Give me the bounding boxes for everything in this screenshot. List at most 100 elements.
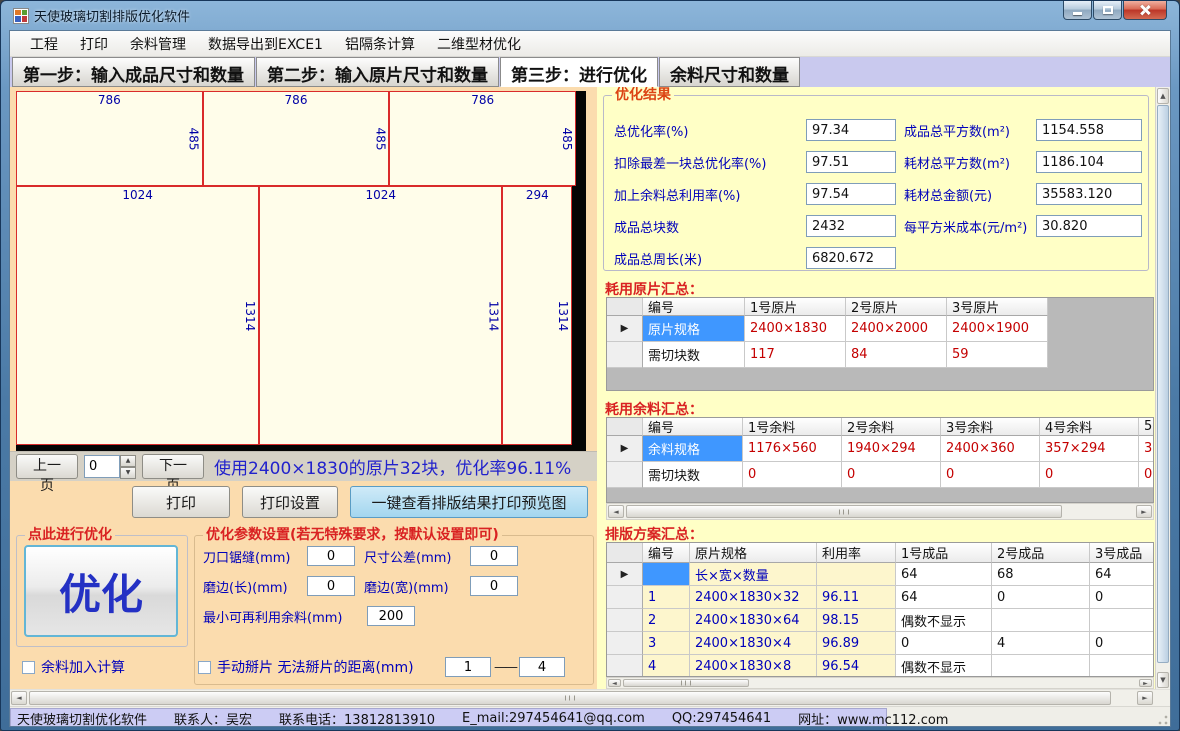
scroll-left-icon[interactable]: ◄: [607, 505, 624, 518]
grid-cell[interactable]: [991, 655, 1090, 676]
minimize-button[interactable]: [1063, 1, 1092, 20]
scroll-right-icon[interactable]: ►: [1135, 505, 1152, 518]
grid-cell[interactable]: 117: [744, 342, 846, 368]
next-page-button[interactable]: 下一页: [142, 454, 204, 494]
grid-cell[interactable]: 2400×1830×32: [689, 586, 817, 609]
main-vscrollbar[interactable]: ▲ ▼: [1155, 87, 1170, 689]
close-button[interactable]: [1123, 1, 1167, 20]
menu-item-3[interactable]: 余料管理: [122, 31, 194, 57]
grid-header-cell[interactable]: 编号: [642, 543, 690, 563]
scroll-right-icon[interactable]: ►: [1138, 679, 1152, 687]
grid-header-cell[interactable]: 4号余料: [1039, 418, 1139, 436]
scroll-left-icon[interactable]: ◄: [607, 679, 621, 687]
grid-cell[interactable]: 偶数不显示: [895, 609, 992, 632]
grid-cell[interactable]: 0: [742, 462, 842, 488]
layout-grid-hscrollbar[interactable]: ◄ ►: [605, 677, 1154, 689]
grid-cell[interactable]: [1089, 655, 1153, 676]
grid-cell[interactable]: 0: [1039, 462, 1139, 488]
row-label-cell[interactable]: 原片规格: [642, 316, 745, 342]
grid-header-cell[interactable]: 1号成品: [895, 543, 992, 563]
result-value-input[interactable]: [805, 247, 896, 269]
include-remnant-checkbox[interactable]: 余料加入计算: [22, 657, 125, 677]
grid-cell[interactable]: 98.15: [816, 609, 896, 632]
grid-cell[interactable]: 84: [845, 342, 947, 368]
grid-cell[interactable]: [1089, 609, 1153, 632]
result-value-input[interactable]: [1035, 183, 1142, 205]
manual-break-from-input[interactable]: [445, 657, 491, 677]
tab-1[interactable]: 第一步：输入成品尺寸和数量: [12, 57, 255, 87]
grid-header-cell[interactable]: 原片规格: [689, 543, 817, 563]
row-header-cell[interactable]: [606, 462, 643, 488]
tab-4[interactable]: 余料尺寸和数量: [659, 57, 800, 87]
grid-cell[interactable]: 偶数不显示: [895, 655, 992, 676]
result-value-input[interactable]: [805, 119, 896, 141]
grid-cell[interactable]: 64: [895, 586, 992, 609]
result-value-input[interactable]: [1035, 215, 1142, 237]
grid-cell[interactable]: 1: [642, 586, 690, 609]
grid-cell[interactable]: [991, 609, 1090, 632]
row-header-cell[interactable]: ▶: [606, 316, 643, 342]
print-button[interactable]: 打印: [132, 486, 230, 518]
grid-header-cell[interactable]: 1号余料: [742, 418, 842, 436]
grid-header-cell[interactable]: [606, 418, 643, 436]
scrollbar-thumb[interactable]: [625, 505, 1062, 518]
grid-cell[interactable]: 1176×560: [742, 436, 842, 462]
grid-cell[interactable]: 59: [946, 342, 1048, 368]
grid-cell[interactable]: 2400×2000: [845, 316, 947, 342]
row-header-cell[interactable]: [606, 586, 643, 609]
param-input[interactable]: [470, 576, 518, 596]
result-value-input[interactable]: [805, 215, 896, 237]
menu-item-1[interactable]: 工程: [22, 31, 66, 57]
print-settings-button[interactable]: 打印设置: [242, 486, 338, 518]
grid-cell[interactable]: 2400×360: [940, 436, 1040, 462]
grid-cell[interactable]: 96.54: [816, 655, 896, 676]
result-value-input[interactable]: [805, 151, 896, 173]
grid-cell[interactable]: [642, 563, 690, 586]
grid-cell[interactable]: 1940×294: [841, 436, 941, 462]
grid-cell[interactable]: 3: [642, 632, 690, 655]
result-value-input[interactable]: [805, 183, 896, 205]
grid-cell[interactable]: 2400×1830×8: [689, 655, 817, 676]
tab-3[interactable]: 第三步：进行优化: [500, 57, 658, 87]
grid-cell[interactable]: 2400×1830×4: [689, 632, 817, 655]
grid-cell[interactable]: 2400×1830×64: [689, 609, 817, 632]
manual-break-checkbox[interactable]: [198, 660, 211, 674]
scroll-down-icon[interactable]: ▼: [1157, 672, 1169, 688]
grid-cell[interactable]: 357×294: [1039, 436, 1139, 462]
print-preview-button[interactable]: 一键查看排版结果打印预览图: [350, 486, 588, 518]
grid-header-cell[interactable]: 2号余料: [841, 418, 941, 436]
grid-cell[interactable]: 0: [991, 586, 1090, 609]
grid-cell[interactable]: 64: [895, 563, 992, 586]
scrollbar-thumb[interactable]: [1157, 105, 1169, 663]
row-header-cell[interactable]: [606, 609, 643, 632]
grid-cell[interactable]: 3: [1138, 436, 1153, 462]
grid-header-cell[interactable]: 利用率: [816, 543, 896, 563]
grid-cell[interactable]: 4: [642, 655, 690, 676]
row-label-cell[interactable]: 需切块数: [642, 342, 745, 368]
grid-header-cell[interactable]: 3号成品: [1089, 543, 1153, 563]
grid-cell[interactable]: 2400×1900: [946, 316, 1048, 342]
grid-cell[interactable]: [816, 563, 896, 586]
resize-grip[interactable]: [1158, 715, 1168, 725]
grid-cell[interactable]: 96.11: [816, 586, 896, 609]
grid-header-cell[interactable]: [606, 543, 643, 563]
row-header-cell[interactable]: [606, 655, 643, 676]
param-input[interactable]: [367, 606, 415, 626]
grid-cell[interactable]: 2400×1830: [744, 316, 846, 342]
optimize-button[interactable]: 优化: [24, 545, 178, 637]
result-value-input[interactable]: [1035, 119, 1142, 141]
grid-cell[interactable]: 0: [841, 462, 941, 488]
row-header-cell[interactable]: ▶: [606, 436, 643, 462]
grid-header-cell[interactable]: 2号原片: [845, 298, 947, 316]
result-value-input[interactable]: [1035, 151, 1142, 173]
scroll-right-icon[interactable]: ►: [1137, 691, 1153, 705]
grid-cell[interactable]: 0: [940, 462, 1040, 488]
spin-down-icon[interactable]: ▼: [120, 467, 136, 479]
scrollbar-thumb[interactable]: [29, 691, 1111, 705]
scroll-up-icon[interactable]: ▲: [1157, 88, 1169, 104]
manual-break-to-input[interactable]: [519, 657, 565, 677]
grid-cell[interactable]: 68: [991, 563, 1090, 586]
scroll-left-icon[interactable]: ◄: [11, 691, 27, 705]
grid-header-cell[interactable]: 编号: [642, 298, 745, 316]
row-header-cell[interactable]: [606, 632, 643, 655]
